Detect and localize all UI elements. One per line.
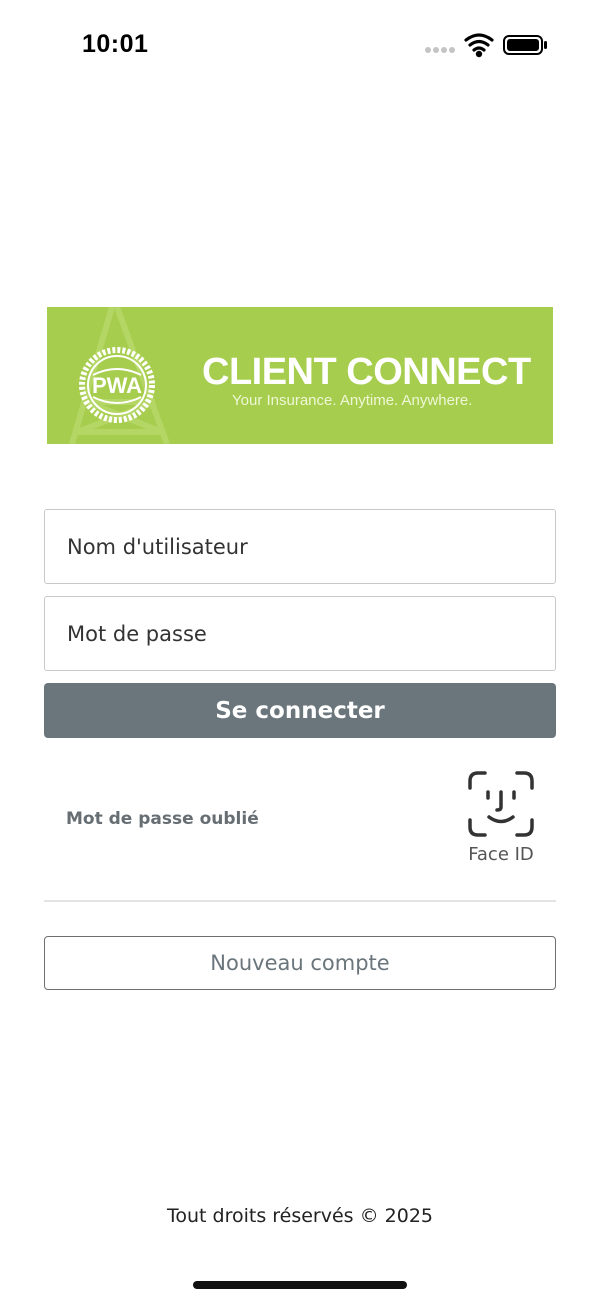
cellular-signal-icon (425, 47, 455, 53)
home-indicator[interactable] (193, 1281, 407, 1289)
brand-tagline: Your Insurance. Anytime. Anywhere. (232, 392, 473, 409)
status-time: 10:01 (82, 30, 149, 58)
face-id-label: Face ID (468, 844, 534, 865)
status-icons (424, 30, 548, 60)
client-connect-banner: PWA CLIENT CONNECT Your Insurance. Anyti… (47, 307, 553, 444)
username-input[interactable] (45, 510, 555, 583)
seal-text: PWA (92, 373, 142, 398)
new-account-button[interactable]: Nouveau compte (44, 936, 556, 990)
pwa-seal-logo: PWA (79, 347, 155, 423)
username-field-container (44, 509, 556, 584)
password-input[interactable] (45, 597, 555, 670)
password-field-container (44, 596, 556, 671)
face-id-button[interactable]: Face ID (466, 770, 536, 870)
login-button[interactable]: Se connecter (44, 683, 556, 738)
brand-title: CLIENT CONNECT (202, 351, 531, 393)
wifi-icon (464, 33, 494, 58)
forgot-password-link[interactable]: Mot de passe oublié (66, 809, 259, 829)
battery-icon (503, 35, 547, 55)
divider (44, 900, 556, 902)
copyright-footer: Tout droits réservés © 2025 (166, 1205, 434, 1227)
face-id-icon (468, 771, 534, 837)
